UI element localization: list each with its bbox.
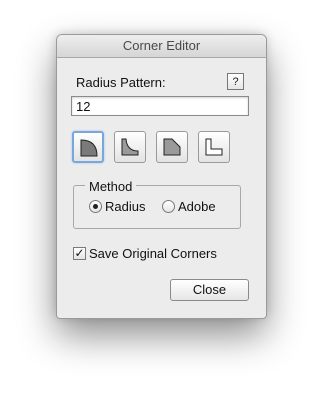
title-bar[interactable]: Corner Editor bbox=[57, 35, 266, 58]
corner-inverse-rounded-icon bbox=[121, 138, 139, 156]
radius-pattern-input[interactable] bbox=[71, 96, 249, 116]
method-radius-radio[interactable] bbox=[89, 200, 102, 213]
radius-pattern-label: Radius Pattern: bbox=[76, 75, 166, 90]
corner-rounded-icon bbox=[80, 139, 98, 157]
method-group-title: Method bbox=[85, 179, 137, 194]
corner-inset-icon bbox=[205, 138, 223, 156]
corner-inset-button[interactable] bbox=[198, 131, 230, 163]
radio-selected-dot bbox=[93, 204, 98, 209]
corner-rounded-button[interactable] bbox=[72, 131, 104, 163]
window-title: Corner Editor bbox=[122, 38, 201, 53]
close-button[interactable]: Close bbox=[170, 279, 249, 301]
corner-inverse-rounded-button[interactable] bbox=[114, 131, 146, 163]
corner-editor-dialog: Corner Editor Radius Pattern: ? Method R… bbox=[56, 34, 267, 319]
method-adobe-label[interactable]: Adobe bbox=[178, 199, 216, 214]
corner-chamfer-button[interactable] bbox=[156, 131, 188, 163]
save-original-label[interactable]: Save Original Corners bbox=[89, 246, 217, 261]
method-radius-label[interactable]: Radius bbox=[105, 199, 145, 214]
corner-chamfer-icon bbox=[163, 138, 181, 156]
save-original-checkbox[interactable]: ✓ bbox=[73, 247, 86, 260]
help-button[interactable]: ? bbox=[227, 73, 244, 90]
method-adobe-radio[interactable] bbox=[162, 200, 175, 213]
